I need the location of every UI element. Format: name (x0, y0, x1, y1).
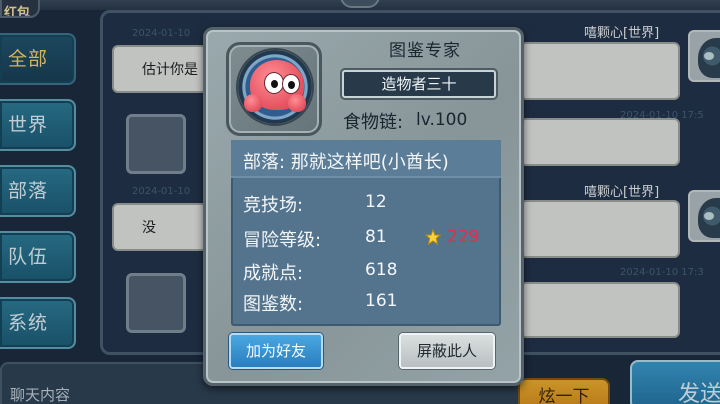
food-chain-level: lv.100 (416, 110, 468, 130)
arena-label: 竞技场: (243, 195, 304, 216)
star-icon (425, 229, 441, 245)
add-friend-button[interactable]: 加为好友 (229, 333, 323, 369)
food-chain-label: 食物链: (343, 112, 404, 133)
star-count: 229 (447, 227, 480, 247)
codex-count-label: 图鉴数: (243, 294, 304, 315)
profile-name-banner: 造物者三十 (342, 70, 496, 98)
profile-title: 图鉴专家 (389, 41, 461, 61)
codex-count-value: 161 (365, 291, 398, 311)
achievement-value: 618 (365, 260, 398, 280)
adventure-level-value: 81 (365, 227, 387, 247)
achievement-label: 成就点: (243, 263, 304, 284)
adventure-level-label: 冒险等级: (243, 230, 322, 251)
profile-avatar (236, 48, 314, 126)
block-player-button[interactable]: 屏蔽此人 (399, 333, 495, 369)
tribe-text: 部落: 那就这样吧(小酋长) (243, 152, 449, 173)
arena-value: 12 (365, 192, 387, 212)
